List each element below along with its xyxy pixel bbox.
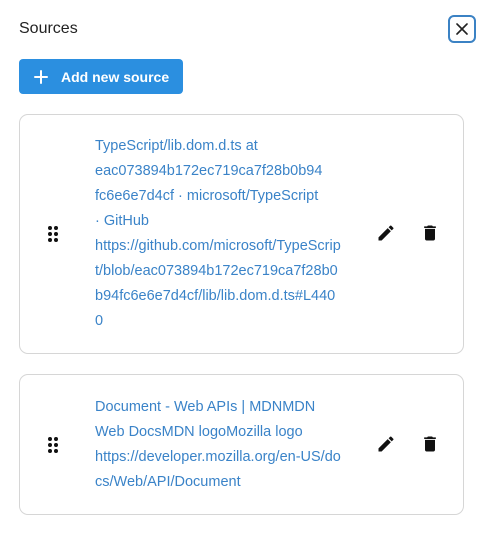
- pencil-icon: [378, 225, 394, 241]
- source-title-line: TypeScript/lib.dom.d.ts at: [95, 138, 258, 154]
- trash-icon: [424, 225, 436, 241]
- edit-source-button[interactable]: [375, 433, 397, 455]
- source-title-line: Document - Web APIs | MDNMDN: [95, 399, 316, 415]
- source-title-line: Web DocsMDN logoMozilla logo: [95, 424, 303, 440]
- pencil-icon: [378, 436, 394, 452]
- sources-panel: Sources Add new source TypeScript/lib.do…: [0, 0, 486, 542]
- close-icon: [456, 23, 468, 35]
- source-url: https://developer.mozilla.org/en-US/docs…: [95, 449, 341, 490]
- source-title-line: · GitHub: [95, 213, 149, 229]
- delete-source-button[interactable]: [419, 433, 441, 455]
- add-new-source-label: Add new source: [61, 68, 170, 85]
- source-card: TypeScript/lib.dom.d.ts at eac073894b172…: [19, 114, 464, 354]
- panel-title: Sources: [19, 20, 78, 37]
- trash-icon: [424, 436, 436, 452]
- delete-source-button[interactable]: [419, 222, 441, 244]
- source-card: Document - Web APIs | MDNMDN Web DocsMDN…: [19, 374, 464, 515]
- drag-handle-icon[interactable]: [47, 225, 59, 243]
- edit-source-button[interactable]: [375, 222, 397, 244]
- close-button[interactable]: [448, 15, 476, 43]
- source-link[interactable]: Document - Web APIs | MDNMDN Web DocsMDN…: [95, 395, 341, 495]
- source-link[interactable]: TypeScript/lib.dom.d.ts at eac073894b172…: [95, 134, 341, 334]
- source-url: https://github.com/microsoft/TypeScript/…: [95, 238, 341, 329]
- source-title-line: fc6e6e7d4cf · microsoft/TypeScript: [95, 188, 319, 204]
- plus-icon: [34, 69, 48, 84]
- add-new-source-button[interactable]: Add new source: [19, 59, 183, 94]
- drag-handle-icon[interactable]: [47, 436, 59, 454]
- source-title-line: eac073894b172ec719ca7f28b0b94: [95, 163, 323, 179]
